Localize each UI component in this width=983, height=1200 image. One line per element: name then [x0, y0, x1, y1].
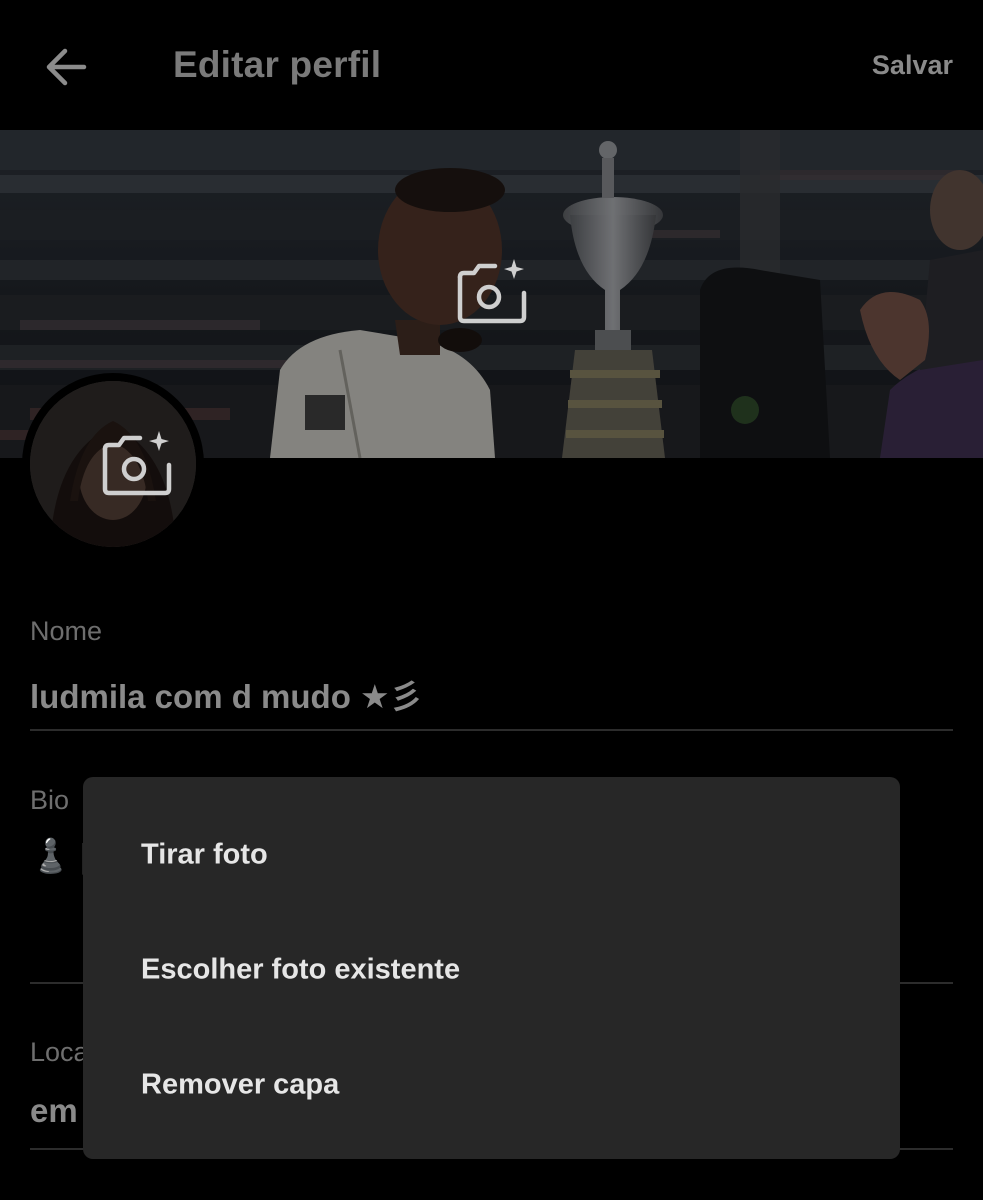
- menu-item-choose-existing-photo[interactable]: Escolher foto existente: [83, 913, 900, 1027]
- menu-item-take-photo[interactable]: Tirar foto: [83, 798, 900, 912]
- page-title: Editar perfil: [173, 44, 382, 85]
- location-field[interactable]: em: [30, 1092, 78, 1130]
- menu-item-label: Tirar foto: [141, 838, 268, 871]
- name-field[interactable]: ludmila com d mudo ★彡: [30, 670, 423, 718]
- camera-plus-icon: [102, 431, 172, 496]
- save-button[interactable]: Salvar: [872, 50, 953, 81]
- arrow-left-icon: [46, 48, 87, 86]
- avatar-camera-button[interactable]: [97, 427, 175, 501]
- name-label: Nome: [30, 616, 103, 646]
- avatar[interactable]: [22, 373, 204, 555]
- bio-field[interactable]: ♟️ |: [30, 837, 90, 876]
- cover-options-menu: Tirar foto Escolher foto existente Remov…: [83, 777, 900, 1159]
- camera-plus-icon: [457, 259, 527, 324]
- location-label: Loca: [30, 1037, 89, 1067]
- edit-profile-screen: Editar perfil Salvar Nome ludmila com d …: [0, 0, 983, 1200]
- top-app-bar: Editar perfil Salvar: [0, 0, 983, 130]
- menu-item-label: Remover capa: [141, 1068, 340, 1101]
- bio-label: Bio: [30, 785, 70, 815]
- menu-item-remove-cover[interactable]: Remover capa: [83, 1028, 900, 1142]
- cover-camera-button[interactable]: [452, 255, 530, 329]
- menu-item-label: Escolher foto existente: [141, 953, 461, 986]
- back-button[interactable]: [38, 38, 96, 96]
- name-divider: [30, 729, 953, 731]
